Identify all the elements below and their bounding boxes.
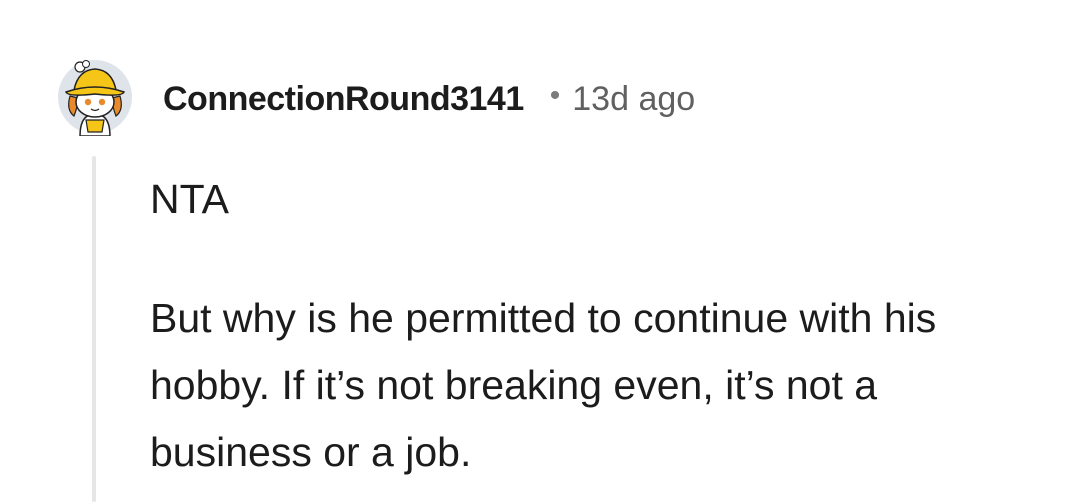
avatar[interactable] [56,58,134,136]
comment-body: NTA But why is he permitted to continue … [150,166,1050,486]
thread-line[interactable] [92,156,96,502]
username-link[interactable]: ConnectionRound3141 [163,80,524,119]
comment: ConnectionRound3141 • 13d ago NTA But wh… [0,0,1080,502]
timestamp[interactable]: 13d ago [572,80,695,119]
comment-header: ConnectionRound3141 • 13d ago [163,76,695,122]
comment-paragraph: NTA [150,176,229,222]
separator-dot: • [549,79,561,112]
comment-paragraph: But why is he permitted to continue with… [150,295,937,475]
snoo-avatar-icon [58,60,132,136]
